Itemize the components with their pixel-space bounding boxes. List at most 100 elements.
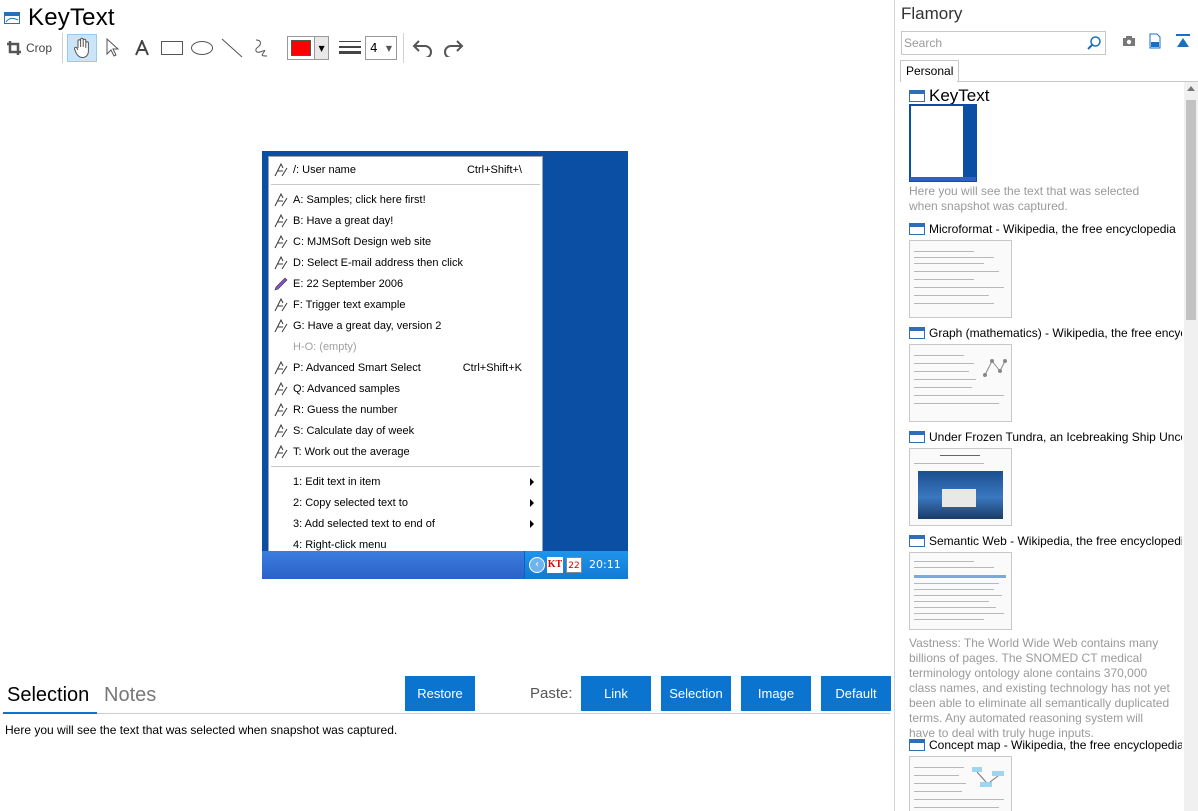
restore-button[interactable]: Restore <box>405 676 475 711</box>
camera-icon[interactable] <box>1122 35 1136 47</box>
editor-pane: KeyText Crop ▼ 4 ▼ /: User name Ctrl+Shi… <box>0 0 895 811</box>
list-item[interactable]: KeyText Here you will see the text that … <box>909 88 1182 218</box>
undo-icon <box>412 40 433 57</box>
hand-tool-button[interactable] <box>67 34 98 62</box>
keytext-item-icon <box>274 234 288 248</box>
menu-item: 2: Copy selected text to <box>269 492 542 513</box>
toolbar-divider <box>62 33 64 63</box>
tab-personal[interactable]: Personal <box>900 60 960 82</box>
scrollbar-thumb[interactable] <box>1186 100 1196 320</box>
menu-item: R: Guess the number <box>269 399 542 420</box>
app-window: KeyText Crop ▼ 4 ▼ /: User name Ctrl+Shi… <box>0 0 1198 811</box>
list-item[interactable]: Under Frozen Tundra, an Icebreaking Ship… <box>909 428 1182 528</box>
paste-label: Paste: <box>530 685 573 702</box>
line-width-icon <box>339 41 362 54</box>
crop-icon <box>7 41 21 55</box>
ellipse-tool-button[interactable] <box>187 34 217 62</box>
tray-clock: 20:11 <box>589 558 621 571</box>
menu-item: D: Select E-mail address then click <box>269 252 542 273</box>
menu-item: P: Advanced Smart Select Ctrl+Shift+K <box>269 357 542 378</box>
scroll-up-icon[interactable] <box>1187 86 1195 91</box>
stroke-width-value: 4 <box>370 41 378 55</box>
hand-icon <box>73 37 89 59</box>
keytext-item-icon <box>274 423 288 437</box>
stroke-color-picker[interactable]: ▼ <box>287 36 330 60</box>
search-icon[interactable] <box>1086 35 1102 51</box>
crop-label: Crop <box>26 41 53 55</box>
toolbar: Crop ▼ 4 ▼ <box>4 33 468 63</box>
tab-divider <box>97 713 890 714</box>
page-icon <box>909 739 925 751</box>
menu-item: C: MJMSoft Design web site <box>269 231 542 252</box>
sidebar-tabs: Personal <box>895 60 1198 82</box>
menu-item: 1: Edit text in item <box>269 471 542 492</box>
snapshot-thumbnail <box>909 552 1012 630</box>
paste-default-button[interactable]: Default <box>821 676 891 711</box>
tab-selection[interactable]: Selection <box>7 684 89 707</box>
list-item-header: KeyText <box>909 88 1182 104</box>
sidebar-scrollbar[interactable] <box>1184 82 1198 811</box>
app-icon <box>4 12 20 24</box>
stroke-width-select[interactable]: 4 ▼ <box>365 36 398 60</box>
system-tray: ‹ KT 22 20:11 <box>524 551 628 579</box>
list-item-header: Graph (mathematics) - Wikipedia, the fre… <box>909 324 1182 342</box>
paste-selection-button[interactable]: Selection <box>661 676 731 711</box>
page-icon <box>909 327 925 339</box>
menu-item: 3: Add selected text to end of <box>269 513 542 534</box>
list-item[interactable]: Concept map - Wikipedia, the free encycl… <box>909 736 1182 811</box>
rectangle-icon <box>161 41 184 55</box>
search-box <box>901 31 1106 55</box>
keytext-item-icon <box>274 360 288 374</box>
collapse-icon[interactable] <box>1175 33 1191 49</box>
keytext-item-icon <box>274 381 288 395</box>
color-swatch <box>291 40 312 56</box>
keytext-item-icon <box>274 192 288 206</box>
page-icon <box>909 223 925 235</box>
active-tab-indicator <box>3 712 97 714</box>
keytext-item-icon <box>274 162 288 176</box>
keytext-item-icon <box>274 444 288 458</box>
snapshot-thumbnail <box>909 240 1012 318</box>
toolbar-divider <box>403 33 405 63</box>
submenu-arrow-icon <box>530 498 534 507</box>
menu-item: B: Have a great day! <box>269 210 542 231</box>
list-item-header: Microformat - Wikipedia, the free encycl… <box>909 220 1182 238</box>
line-tool-button[interactable] <box>217 34 247 62</box>
snapshot-thumbnail <box>909 756 1012 811</box>
document-title: KeyText <box>28 4 115 31</box>
list-item-header: Under Frozen Tundra, an Icebreaking Ship… <box>909 428 1182 446</box>
list-item[interactable]: Microformat - Wikipedia, the free encycl… <box>909 220 1182 320</box>
search-input[interactable] <box>904 34 1084 52</box>
page-icon <box>909 535 925 547</box>
pointer-icon <box>106 38 120 57</box>
keytext-item-icon <box>274 297 288 311</box>
menu-item: F: Trigger text example <box>269 294 542 315</box>
keytext-item-icon <box>274 213 288 227</box>
paste-image-button[interactable]: Image <box>741 676 811 711</box>
crop-button[interactable]: Crop <box>4 34 58 62</box>
freehand-tool-button[interactable] <box>247 34 277 62</box>
redo-button[interactable] <box>438 34 468 62</box>
snapshot-thumbnail <box>909 448 1012 526</box>
title-row: KeyText <box>4 3 115 33</box>
list-item[interactable]: Semantic Web - Wikipedia, the free encyc… <box>909 532 1182 740</box>
stroke-width-picker[interactable]: 4 ▼ <box>339 36 398 60</box>
keytext-item-icon <box>274 402 288 416</box>
paste-link-button[interactable]: Link <box>581 676 651 711</box>
pointer-tool-button[interactable] <box>97 34 127 62</box>
snapshot-image[interactable]: /: User name Ctrl+Shift+\ A: Samples; cli… <box>262 151 628 579</box>
page-icon <box>909 90 925 102</box>
tab-notes[interactable]: Notes <box>104 684 156 707</box>
menu-item: G: Have a great day, version 2 <box>269 315 542 336</box>
keytext-tray-icon: KT <box>547 557 563 573</box>
list-item-header: Concept map - Wikipedia, the free encycl… <box>909 736 1182 754</box>
document-icon[interactable] <box>1149 33 1161 49</box>
rectangle-tool-button[interactable] <box>157 34 187 62</box>
taskbar: ‹ KT 22 20:11 <box>262 551 628 579</box>
chevron-down-icon: ▼ <box>314 37 329 59</box>
selection-text[interactable]: Here you will see the text that was sele… <box>5 723 397 737</box>
undo-button[interactable] <box>408 34 438 62</box>
list-item[interactable]: Graph (mathematics) - Wikipedia, the fre… <box>909 324 1182 424</box>
ellipse-icon <box>191 41 214 55</box>
text-tool-button[interactable] <box>127 34 157 62</box>
